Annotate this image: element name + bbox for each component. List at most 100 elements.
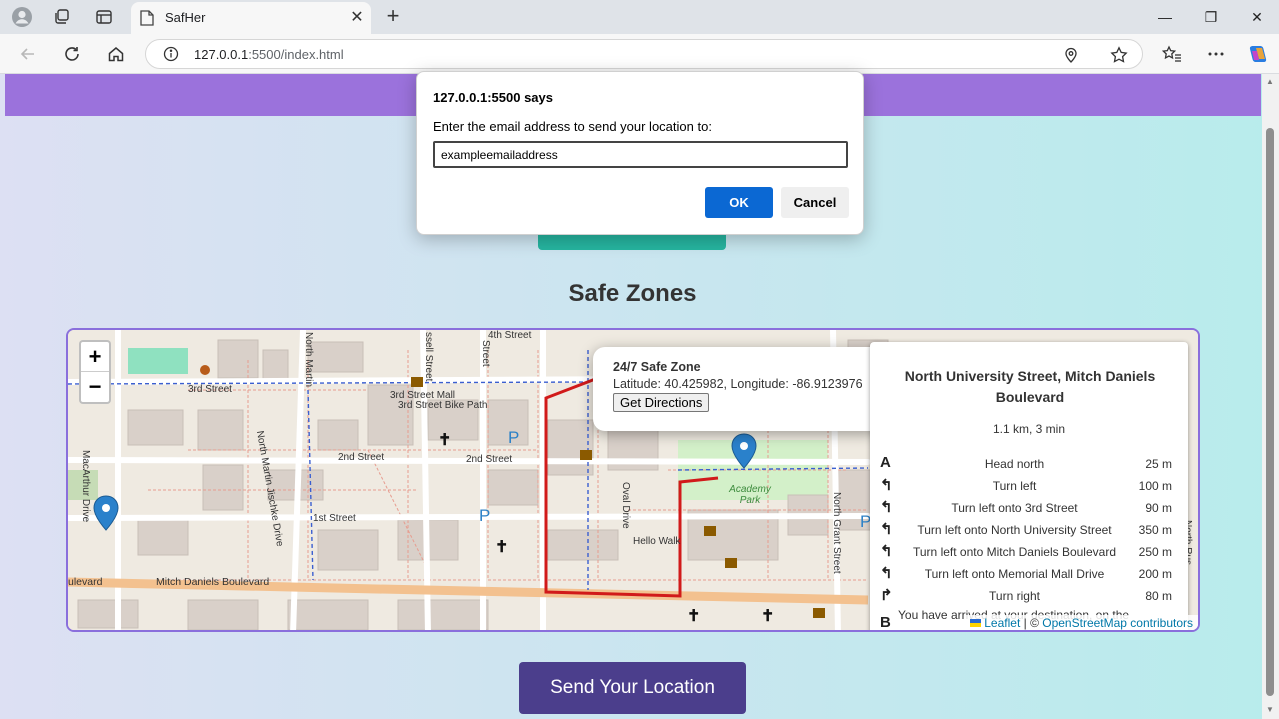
back-icon[interactable]: [15, 42, 41, 66]
street-label: ssell Street: [423, 332, 434, 382]
route-instruction[interactable]: ↰ Turn left onto Memorial Mall Drive 200…: [880, 564, 1180, 586]
browser-tab-bar: SafHer ✕ + — ❐ ✕: [0, 0, 1279, 34]
church-icon: ✝: [761, 608, 775, 625]
page-title: Safe Zones: [568, 280, 697, 307]
leaflet-link[interactable]: Leaflet: [984, 616, 1020, 630]
cancel-button[interactable]: Cancel: [781, 187, 849, 218]
ukraine-flag-icon: [969, 619, 981, 627]
map-attribution: Leaflet | © OpenStreetMap contributors: [965, 615, 1198, 630]
route-instruction[interactable]: ↰ Turn left onto Mitch Daniels Boulevard…: [880, 542, 1180, 564]
street-label: 1st Street: [313, 513, 356, 524]
street-label: 3rd Street: [188, 384, 232, 395]
turn-left-icon: ↰: [880, 521, 893, 538]
street-label: Mitch Daniels Boulevard: [156, 576, 270, 588]
home-icon[interactable]: [103, 42, 129, 66]
start-marker-icon: A: [880, 454, 891, 471]
route-summary: 1.1 km, 3 min: [992, 422, 1066, 436]
close-tab-icon[interactable]: ✕: [347, 8, 367, 28]
park-label: Academy Park: [729, 484, 771, 506]
street-label: 3rd Street Bike Path: [398, 400, 488, 411]
email-prompt-dialog: 127.0.0.1:5500 says Enter the email addr…: [416, 71, 864, 235]
route-instruction[interactable]: ↰ Turn left onto North University Street…: [880, 520, 1180, 542]
routing-panel: North University Street, Mitch Daniels B…: [870, 342, 1188, 631]
street-label: North Martin: [303, 332, 314, 388]
instruction-distance: 200 m: [1138, 567, 1172, 581]
instruction-distance: 25 m: [1145, 457, 1172, 471]
zoom-out-button[interactable]: −: [81, 372, 109, 402]
route-instruction[interactable]: ↱ Turn right 80 m: [880, 586, 1180, 608]
turn-left-icon: ↰: [880, 499, 893, 516]
get-directions-button[interactable]: Get Directions: [613, 393, 710, 412]
page-scrollbar[interactable]: ▲ ▼: [1262, 74, 1279, 719]
osm-link[interactable]: OpenStreetMap contributors: [1042, 616, 1193, 630]
copilot-icon[interactable]: [1246, 42, 1270, 66]
church-icon: ✝: [438, 432, 452, 449]
church-icon: ✝: [687, 608, 701, 625]
instruction-text: Turn left onto North University Street: [917, 523, 1112, 537]
safe-zone-popup: 24/7 Safe Zone Latitude: 40.425982, Long…: [593, 347, 883, 431]
favorite-star-icon[interactable]: [1107, 43, 1131, 67]
route-instruction[interactable]: A Head north 25 m: [880, 454, 1180, 476]
refresh-icon[interactable]: [59, 42, 85, 66]
instruction-text: Turn left onto Memorial Mall Drive: [924, 567, 1105, 581]
new-tab-button[interactable]: +: [381, 5, 405, 29]
turn-right-icon: ↱: [880, 587, 893, 604]
dialog-title: 127.0.0.1:5500 says: [433, 90, 553, 105]
instruction-distance: 90 m: [1145, 501, 1172, 515]
zoom-in-button[interactable]: +: [81, 342, 109, 372]
close-window-icon[interactable]: ✕: [1245, 6, 1269, 28]
site-info-icon[interactable]: [163, 46, 179, 62]
popup-title: 24/7 Safe Zone: [613, 360, 701, 374]
street-label: Oval Drive: [620, 482, 631, 529]
turn-left-icon: ↰: [880, 543, 893, 560]
email-input[interactable]: [433, 141, 848, 168]
ok-button[interactable]: OK: [705, 187, 773, 218]
street-label: North Grant Street: [831, 492, 842, 574]
favorites-icon[interactable]: [1160, 42, 1184, 66]
map-green-area: [128, 348, 188, 374]
route-instruction[interactable]: ↰ Turn left onto 3rd Street 90 m: [880, 498, 1180, 520]
safe-zones-map[interactable]: 4th Street 3rd Street 3rd Street Mall 3r…: [66, 328, 1200, 632]
street-label: Street: [480, 340, 491, 367]
page-favicon-icon: [140, 10, 154, 26]
instruction-text: Turn left onto Mitch Daniels Boulevard: [913, 545, 1116, 559]
turn-left-icon: ↰: [880, 565, 893, 582]
street-label: MacArthur Drive: [80, 450, 91, 523]
profile-icon[interactable]: [11, 6, 33, 28]
url-text: 127.0.0.1:5500/index.html: [194, 47, 344, 62]
route-title: North University Street, Mitch Daniels B…: [904, 368, 1156, 405]
tab-actions-icon[interactable]: [93, 6, 115, 28]
street-label: ulevard: [68, 576, 103, 588]
instruction-distance: 80 m: [1145, 589, 1172, 603]
restore-icon[interactable]: ❐: [1199, 6, 1223, 28]
url-path: :5500/index.html: [248, 47, 344, 62]
instruction-text: Turn right: [989, 589, 1040, 603]
street-label: 4th Street: [488, 330, 532, 341]
parking-icon: P: [508, 428, 520, 447]
more-icon[interactable]: [1204, 42, 1228, 66]
location-icon[interactable]: [1059, 43, 1083, 67]
active-tab[interactable]: SafHer ✕: [131, 2, 371, 34]
end-marker-icon: B: [880, 614, 891, 631]
scroll-thumb[interactable]: [1266, 128, 1274, 696]
scroll-down-icon[interactable]: ▼: [1266, 705, 1274, 714]
street-label: 2nd Street: [466, 454, 513, 465]
route-instruction[interactable]: ↰ Turn left 100 m: [880, 476, 1180, 498]
instruction-text: Turn left: [992, 479, 1037, 493]
scroll-up-icon[interactable]: ▲: [1266, 77, 1274, 86]
dialog-message: Enter the email address to send your loc…: [433, 119, 712, 134]
tab-title: SafHer: [165, 10, 206, 25]
url-host: 127.0.0.1: [194, 47, 249, 62]
instruction-distance: 350 m: [1138, 523, 1172, 537]
address-bar[interactable]: 127.0.0.1:5500/index.html: [145, 39, 1143, 69]
parking-icon: P: [479, 506, 491, 525]
minimize-icon[interactable]: —: [1153, 6, 1177, 28]
turn-left-icon: ↰: [880, 477, 893, 494]
church-icon: ✝: [495, 539, 509, 556]
instruction-text: Turn left onto 3rd Street: [951, 501, 1078, 515]
workspaces-icon[interactable]: [51, 6, 73, 28]
attribution-separator: | ©: [1020, 616, 1043, 630]
street-label: 2nd Street: [338, 452, 385, 463]
send-location-button[interactable]: Send Your Location: [519, 662, 746, 714]
map-zoom-control: + −: [79, 340, 111, 404]
